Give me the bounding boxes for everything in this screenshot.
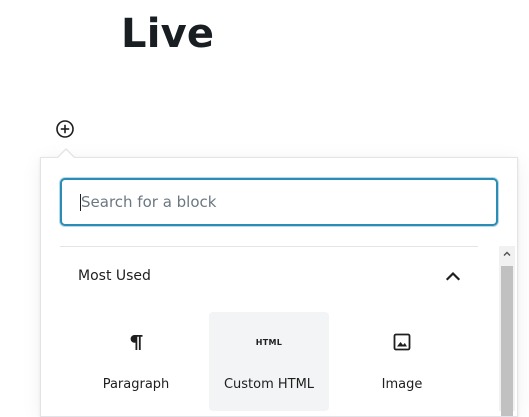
search-divider xyxy=(60,246,478,247)
chevron-up-icon xyxy=(441,264,465,288)
most-used-panel-toggle[interactable]: Most Used xyxy=(60,256,478,296)
block-search-field xyxy=(60,178,498,226)
page-title: Live xyxy=(121,11,215,57)
block-item-image[interactable]: Image xyxy=(342,312,462,411)
scroll-up-arrow-icon[interactable] xyxy=(499,246,515,262)
block-item-label: Paragraph xyxy=(102,377,170,392)
block-item-paragraph[interactable]: Paragraph xyxy=(76,312,196,411)
text-caret xyxy=(80,194,81,211)
plus-circle-icon xyxy=(55,119,75,143)
html-icon-text: HTML xyxy=(255,337,283,347)
panel-title: Most Used xyxy=(78,268,151,284)
scrollbar-thumb[interactable] xyxy=(501,266,513,416)
block-search-input[interactable] xyxy=(62,180,496,224)
block-item-label: Custom HTML xyxy=(223,377,315,392)
block-item-label: Image xyxy=(381,377,423,392)
image-icon xyxy=(342,328,462,356)
popover-arrow xyxy=(58,150,74,158)
html-icon: HTML xyxy=(209,328,329,356)
inserter-toggle-button[interactable] xyxy=(54,120,76,142)
panel-scrollbar[interactable] xyxy=(499,246,515,416)
paragraph-icon xyxy=(76,328,196,356)
block-item-custom-html[interactable]: HTML Custom HTML xyxy=(209,312,329,411)
